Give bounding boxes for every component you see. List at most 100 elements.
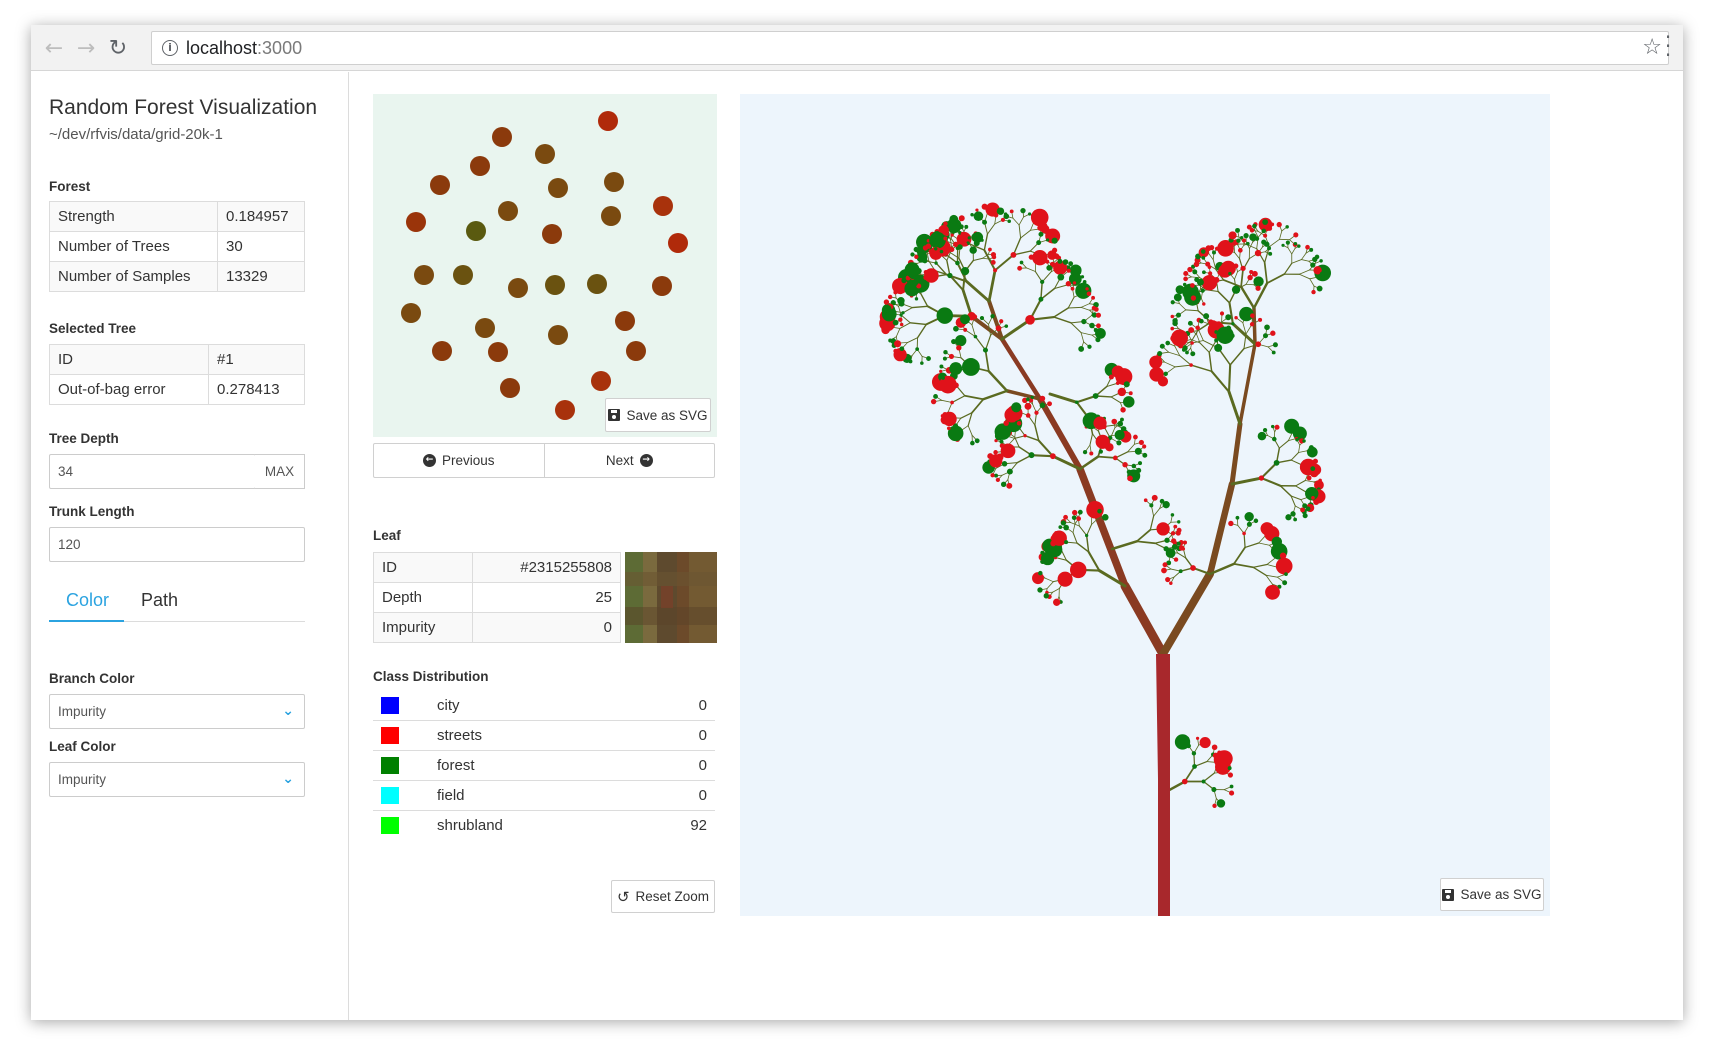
back-icon[interactable]: ←	[41, 35, 67, 61]
tree-dot[interactable]	[587, 274, 607, 294]
tree-branch	[1301, 252, 1307, 260]
forward-icon[interactable]: →	[73, 35, 99, 61]
tree-branch	[1053, 316, 1072, 324]
tree-dot[interactable]	[598, 111, 618, 131]
tree-dot[interactable]	[604, 172, 624, 192]
next-button[interactable]: Next →	[543, 444, 715, 477]
branch-color-select[interactable]: Impurity ⌄	[49, 694, 305, 729]
tree-dot[interactable]	[453, 265, 473, 285]
tree-dot[interactable]	[548, 178, 568, 198]
tree-leaf	[1016, 420, 1022, 426]
save-svg-button[interactable]: Save as SVG	[605, 398, 711, 432]
reload-icon[interactable]: ↻	[105, 35, 131, 61]
tree-dot[interactable]	[432, 341, 452, 361]
tree-save-svg-button[interactable]: Save as SVG	[1440, 878, 1544, 911]
reset-zoom-button[interactable]: ↺ Reset Zoom	[611, 880, 715, 913]
active-tab-indicator	[49, 620, 124, 622]
tree-leaf	[1306, 446, 1318, 458]
address-bar[interactable]: i localhost:3000 ☆	[151, 31, 1669, 65]
tree-branch	[1295, 485, 1306, 493]
tree-leaf	[922, 245, 929, 251]
tree-trunk	[1156, 654, 1170, 916]
tree-dot[interactable]	[414, 265, 434, 285]
tree-dot[interactable]	[591, 371, 611, 391]
url-text[interactable]: localhost:3000	[186, 38, 302, 59]
tree-dot[interactable]	[470, 156, 490, 176]
tree-dot[interactable]	[500, 378, 520, 398]
tree-branch	[1249, 241, 1254, 249]
tab-path[interactable]: Path	[141, 590, 178, 611]
tree-dot[interactable]	[535, 144, 555, 164]
site-info-icon[interactable]: i	[162, 40, 178, 56]
tree-leaf	[1159, 343, 1165, 349]
middle-panel: Save as SVG ← Previous Next → Leaf ID #23…	[349, 72, 737, 1020]
tree-dot[interactable]	[615, 311, 635, 331]
tree-branch	[1227, 390, 1242, 426]
settings-tabs: Color Path	[49, 580, 305, 622]
tree-leaf	[888, 338, 893, 343]
tree-leaf	[910, 252, 915, 257]
save-svg-label: Save as SVG	[626, 407, 708, 423]
browser-menu-icon[interactable]: · · ·	[1663, 27, 1673, 65]
tree-branch	[1230, 476, 1263, 486]
tree-depth-max-button[interactable]: MAX	[255, 454, 305, 489]
trunk-length-label: Trunk Length	[49, 504, 135, 519]
leaf-color-select[interactable]: Impurity ⌄	[49, 762, 305, 797]
trunk-length-input[interactable]: 120	[49, 527, 305, 562]
tree-branch	[974, 336, 987, 351]
class-value: 0	[698, 697, 707, 714]
tree-leaf	[1095, 337, 1101, 343]
tree-visualization[interactable]: Save as SVG	[740, 94, 1550, 916]
tree-dot[interactable]	[601, 206, 621, 226]
tree-branch	[1283, 262, 1293, 275]
tree-leaf	[957, 244, 963, 250]
tree-dot[interactable]	[498, 201, 518, 221]
tree-leaf	[1264, 324, 1270, 331]
tree-dot[interactable]	[555, 400, 575, 420]
tree-leaf	[942, 411, 957, 427]
tree-dot[interactable]	[508, 278, 528, 298]
tab-color[interactable]: Color	[66, 590, 109, 611]
tree-dot[interactable]	[401, 303, 421, 323]
table-value: #2315255808	[472, 552, 621, 583]
tree-leaf	[1058, 525, 1063, 529]
tree-dot[interactable]	[548, 325, 568, 345]
tree-leaf	[1281, 243, 1285, 247]
leaf-color-value: Impurity	[58, 772, 107, 787]
tree-dot[interactable]	[542, 224, 562, 244]
branch-color-value: Impurity	[58, 704, 107, 719]
tree-leaf	[1003, 213, 1010, 220]
tree-branch	[1018, 216, 1024, 226]
tree-dot[interactable]	[652, 276, 672, 296]
tree-dot[interactable]	[406, 212, 426, 232]
tree-dot[interactable]	[492, 127, 512, 147]
bookmark-star-icon[interactable]: ☆	[1642, 35, 1662, 60]
tree-dot[interactable]	[653, 196, 673, 216]
tree-leaf	[1241, 238, 1247, 243]
tree-leaf	[883, 305, 892, 313]
tree-dot[interactable]	[488, 342, 508, 362]
tree-leaf	[1170, 513, 1175, 517]
tree-depth-input[interactable]: 34	[49, 454, 256, 489]
tree-leaf	[1049, 453, 1056, 460]
tree-depth-label: Tree Depth	[49, 431, 119, 446]
tree-dot[interactable]	[430, 175, 450, 195]
tree-branch	[987, 369, 1009, 393]
previous-button[interactable]: ← Previous	[374, 444, 544, 477]
class-name: field	[437, 787, 465, 804]
tree-leaf	[915, 347, 920, 351]
tree-dot[interactable]	[466, 221, 486, 241]
tree-dot[interactable]	[475, 318, 495, 338]
forest-scatter-plot[interactable]: Save as SVG	[373, 94, 717, 437]
tree-dot[interactable]	[626, 341, 646, 361]
tree-leaf	[975, 208, 979, 212]
tree-leaf	[1038, 231, 1044, 237]
class-color-swatch	[381, 817, 399, 834]
tree-leaf	[1038, 296, 1044, 302]
tree-dot[interactable]	[545, 275, 565, 295]
table-value: 0.278413	[208, 374, 305, 405]
tree-dot[interactable]	[668, 233, 688, 253]
tree-leaf	[1066, 268, 1071, 273]
tree-leaf	[1091, 305, 1096, 311]
tree-leaf	[1208, 319, 1214, 325]
